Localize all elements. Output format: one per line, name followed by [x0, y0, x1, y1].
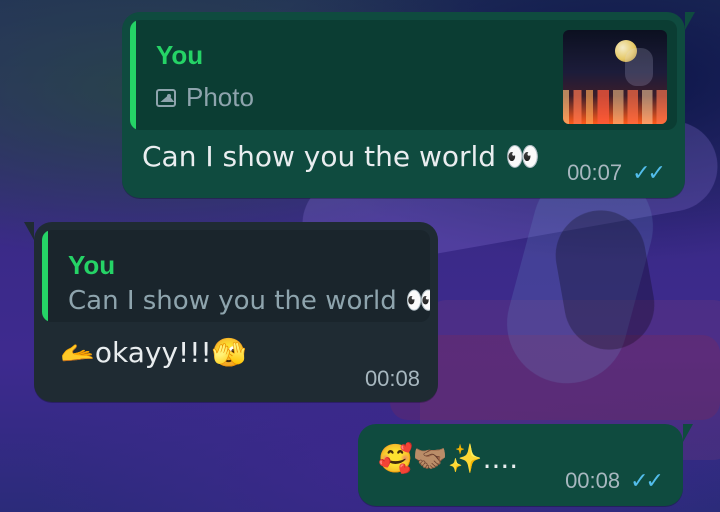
- reply-accent-bar: [130, 20, 136, 130]
- reply-subtitle: Can I show you the world 👀: [68, 286, 430, 316]
- message-meta: 00:08 ✓✓: [565, 468, 664, 494]
- message-bubble-incoming[interactable]: You Can I show you the world 👀 🫴okayy!!!…: [24, 222, 438, 402]
- photo-icon: [156, 88, 176, 107]
- thumbnail-figure: [625, 48, 653, 86]
- message-meta: 00:08: [365, 366, 420, 392]
- reply-author: You: [68, 250, 116, 280]
- reply-accent-bar: [42, 230, 48, 322]
- read-receipt-icon: ✓✓: [630, 468, 664, 493]
- message-bubble-outgoing[interactable]: 🥰🤝🏽✨.... 00:08 ✓✓: [358, 424, 693, 506]
- message-time: 00:08: [364, 366, 420, 391]
- message-text: Can I show you the world 👀: [142, 140, 540, 173]
- message-text: 🥰🤝🏽✨....: [378, 442, 519, 475]
- reply-quote[interactable]: You Can I show you the world 👀: [42, 230, 430, 322]
- message-bubble-outgoing[interactable]: You Photo Can I show you the world 👀 00:…: [122, 12, 695, 198]
- message-time: 00:07: [567, 160, 623, 185]
- thumbnail-city-lights: [563, 90, 667, 124]
- reply-subtitle-text: Photo: [186, 82, 254, 112]
- reply-thumbnail[interactable]: [563, 30, 667, 124]
- reply-subtitle: Photo: [156, 82, 254, 113]
- message-meta: 00:07 ✓✓: [567, 160, 666, 186]
- message-text: 🫴okayy!!!🫣: [60, 336, 247, 369]
- message-time: 00:08: [565, 468, 621, 493]
- read-receipt-icon: ✓✓: [632, 160, 666, 185]
- reply-quote[interactable]: You Photo: [130, 20, 677, 130]
- reply-author: You: [156, 40, 204, 70]
